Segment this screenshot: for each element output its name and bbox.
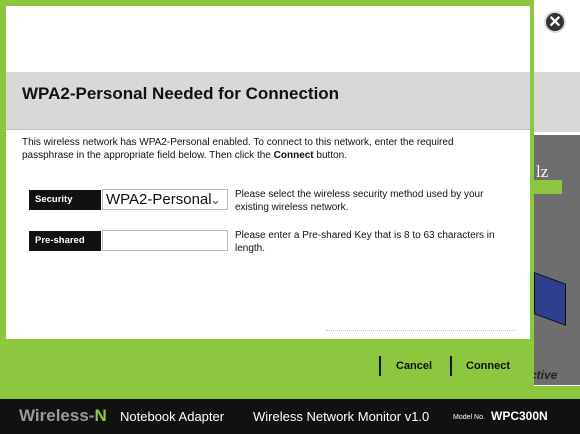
background-partial-text: lz (536, 162, 549, 181)
background-green-bar (532, 180, 562, 194)
security-help-text: Please select the wireless security meth… (235, 189, 484, 213)
app-name: Wireless Network Monitor v1.0 (253, 409, 430, 424)
dialog-content (6, 6, 530, 339)
model-label: Model No. (453, 414, 485, 421)
preshared-key-input[interactable] (102, 230, 228, 251)
security-selected-value: WPA2-Personal (106, 191, 212, 208)
cancel-separator (379, 356, 381, 376)
description-text-end: button. (313, 150, 347, 161)
dialog-description: This wireless network has WPA2-Personal … (22, 136, 492, 162)
connect-button[interactable]: Connect (466, 360, 510, 372)
security-label: Security (29, 190, 101, 210)
product-name: Notebook Adapter (120, 409, 225, 424)
description-text: This wireless network has WPA2-Personal … (22, 137, 454, 161)
divider (326, 330, 516, 331)
preshared-key-label: Pre-shared Key (29, 231, 101, 266)
chevron-down-icon: ⌄ (210, 192, 221, 207)
brand-prefix: Wireless- (19, 406, 95, 425)
description-connect-word: Connect (273, 150, 314, 161)
preshared-key-help-text: Please enter a Pre-shared Key that is 8 … (235, 230, 495, 254)
brand-logo: Wireless-N (19, 406, 107, 426)
close-icon[interactable]: ✕ (544, 11, 566, 33)
background-status-text: ctive (530, 368, 558, 382)
model-number: WPC300N (491, 409, 548, 423)
security-select[interactable]: WPA2-Personal ⌄ (102, 189, 228, 210)
connect-separator (450, 356, 452, 376)
brand-suffix: N (94, 406, 107, 425)
cancel-button[interactable]: Cancel (396, 360, 432, 372)
dialog-title: WPA2-Personal Needed for Connection (22, 84, 340, 103)
footer-green-band (0, 386, 580, 399)
background-header-band (532, 72, 580, 132)
